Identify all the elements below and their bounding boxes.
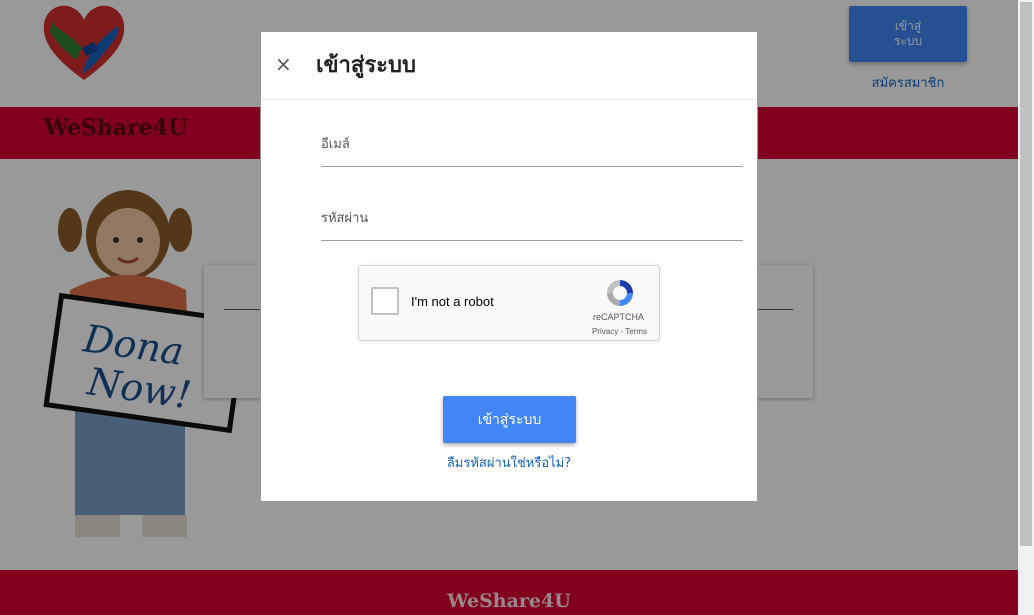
- recaptcha-label: I'm not a robot: [411, 294, 494, 309]
- modal-header: × เข้าสู่ระบบ: [261, 32, 757, 100]
- recaptcha-widget: I'm not a robot reCAPTCHA Privacy - Term…: [358, 265, 660, 341]
- login-submit-button[interactable]: เข้าสู่ระบบ: [443, 396, 576, 443]
- password-field[interactable]: [321, 240, 743, 241]
- password-label[interactable]: รหัสผ่าน: [321, 207, 368, 228]
- forgot-password-link[interactable]: ลืมรหัสผ่านใช่หรือไม่?: [261, 452, 757, 473]
- email-field[interactable]: [321, 166, 743, 167]
- recaptcha-privacy-terms[interactable]: Privacy - Terms: [592, 327, 647, 336]
- login-modal: × เข้าสู่ระบบ อีเมล์ รหัสผ่าน I'm not a …: [260, 31, 758, 502]
- modal-title: เข้าสู่ระบบ: [316, 53, 416, 78]
- recaptcha-logo-icon: [607, 280, 633, 306]
- recaptcha-brand: reCAPTCHA: [593, 312, 645, 322]
- scrollbar-thumb[interactable]: [1020, 2, 1032, 546]
- close-icon[interactable]: ×: [275, 52, 292, 76]
- email-label[interactable]: อีเมล์: [321, 133, 350, 154]
- recaptcha-checkbox[interactable]: [371, 287, 399, 315]
